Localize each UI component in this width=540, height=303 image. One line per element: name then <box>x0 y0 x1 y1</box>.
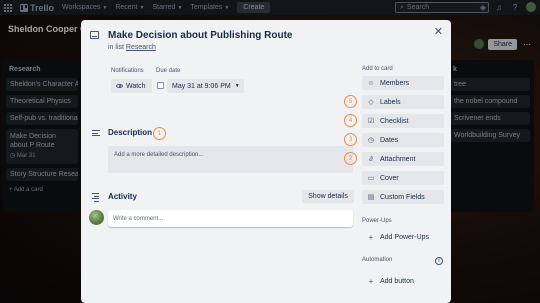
annotation-marker-4: 4 <box>344 114 357 127</box>
checklist-label: Checklist <box>380 117 409 125</box>
card-icon <box>90 31 99 39</box>
powerups-label: Power-Ups <box>362 218 392 224</box>
checkbox-icon: ☑ <box>367 118 375 125</box>
chevron-down-icon: ▼ <box>234 83 240 89</box>
custom-fields-icon: ▤ <box>367 194 375 201</box>
paperclip-icon: ∂ <box>369 155 373 163</box>
checklist-button[interactable]: ☑ Checklist <box>362 114 444 128</box>
notifications-label: Notifications <box>111 68 144 74</box>
in-list-prefix: in list <box>108 44 124 51</box>
plus-icon: + <box>368 232 374 242</box>
attachment-label: Attachment <box>380 155 416 163</box>
due-date-checkbox[interactable] <box>157 82 164 89</box>
description-heading: Description <box>108 128 153 137</box>
add-button-button[interactable]: + Add button <box>362 274 414 288</box>
annotation-marker-3: 3 <box>344 133 357 146</box>
due-date-label: Due date <box>156 68 181 74</box>
card-title[interactable]: Make Decision about Publishing Route <box>108 30 292 41</box>
activity-heading: Activity <box>108 192 137 201</box>
avatar[interactable] <box>89 210 104 225</box>
annotation-marker-1: 1 <box>153 127 166 140</box>
plus-icon: + <box>368 276 374 286</box>
labels-button[interactable]: ◇ Labels <box>362 95 444 109</box>
in-list-text: in list Research <box>108 44 156 51</box>
activity-icon <box>92 193 100 202</box>
cover-icon: ▭ <box>367 175 375 182</box>
watch-label: Watch <box>126 82 146 90</box>
add-powerups-button[interactable]: + Add Power-Ups <box>362 230 429 244</box>
add-to-card-label: Add to card <box>362 66 393 72</box>
annotation-marker-2: 2 <box>344 152 357 165</box>
card-detail-modal: ✕ Make Decision about Publishing Route i… <box>81 20 451 303</box>
show-details-button[interactable]: Show details <box>302 190 354 203</box>
custom-fields-label: Custom Fields <box>380 193 425 201</box>
close-icon[interactable]: ✕ <box>434 25 443 38</box>
clock-icon: ◷ <box>367 137 375 144</box>
dates-label: Dates <box>380 136 399 144</box>
description-icon <box>92 130 100 137</box>
custom-fields-button[interactable]: ▤ Custom Fields <box>362 190 444 204</box>
cover-button[interactable]: ▭ Cover <box>362 171 444 185</box>
labels-label: Labels <box>380 98 401 106</box>
list-link[interactable]: Research <box>126 44 156 51</box>
due-date-button[interactable]: May 31 at 9:06 PM ▼ <box>167 79 244 93</box>
person-icon: ☺ <box>367 79 375 87</box>
info-icon[interactable]: i <box>435 257 443 265</box>
cover-label: Cover <box>380 174 399 182</box>
add-powerups-label: Add Power-Ups <box>380 233 430 241</box>
tag-icon: ◇ <box>368 99 374 106</box>
comment-input[interactable]: Write a comment... <box>108 210 353 227</box>
add-button-label: Add button <box>380 277 414 285</box>
eye-icon <box>116 84 123 88</box>
description-input[interactable]: Add a more detailed description... <box>108 146 353 173</box>
attachment-button[interactable]: ∂ Attachment <box>362 152 444 166</box>
annotation-marker-5: 5 <box>344 95 357 108</box>
due-date-value: May 31 at 9:06 PM <box>172 82 231 90</box>
dates-button[interactable]: ◷ Dates <box>362 133 444 147</box>
automation-label: Automation <box>362 257 393 263</box>
members-button[interactable]: ☺ Members <box>362 76 444 90</box>
watch-button[interactable]: Watch <box>111 79 152 93</box>
members-label: Members <box>380 79 410 87</box>
